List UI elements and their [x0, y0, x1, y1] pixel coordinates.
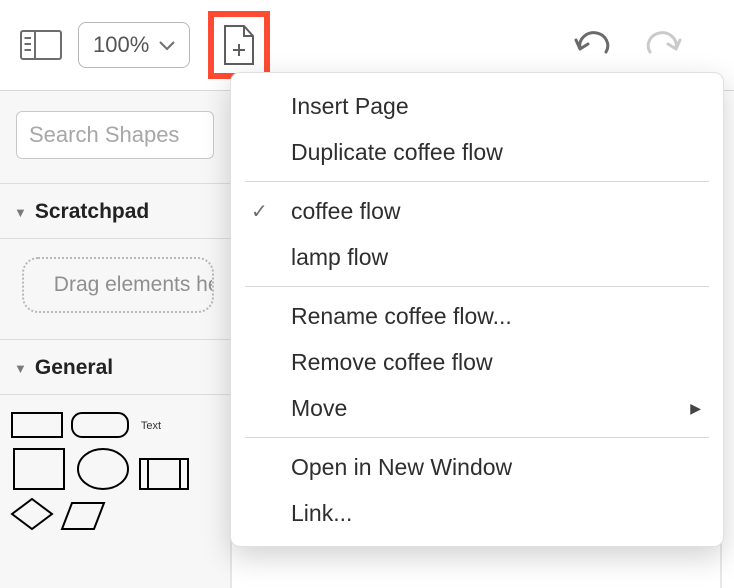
undo-icon: [572, 30, 612, 60]
menu-remove-page[interactable]: Remove coffee flow: [231, 339, 723, 385]
general-title: General: [35, 356, 113, 380]
check-icon: ✓: [251, 199, 268, 224]
shapes-sidebar: ▼ Scratchpad Drag elements here ▼ Genera…: [0, 91, 232, 588]
menu-open-new-window[interactable]: Open in New Window: [231, 444, 723, 490]
menu-separator: [245, 437, 709, 438]
shape-parallelogram[interactable]: [60, 501, 106, 531]
shape-ellipse[interactable]: [74, 447, 132, 491]
menu-duplicate-page[interactable]: Duplicate coffee flow: [231, 129, 723, 175]
menu-item-label: Rename coffee flow...: [291, 303, 512, 330]
tutorial-highlight: [208, 11, 270, 79]
shape-process[interactable]: [138, 457, 190, 491]
zoom-value: 100%: [93, 32, 149, 58]
search-shapes-input[interactable]: [16, 111, 214, 159]
shape-palette: Text: [0, 395, 230, 545]
pages-button[interactable]: [217, 20, 261, 70]
general-header[interactable]: ▼ General: [0, 340, 230, 395]
menu-item-label: Remove coffee flow: [291, 349, 493, 376]
menu-separator: [245, 286, 709, 287]
collapse-icon: ▼: [14, 361, 27, 376]
undo-redo-group: [570, 23, 686, 67]
undo-button[interactable]: [570, 23, 614, 67]
menu-item-label: coffee flow: [291, 198, 401, 225]
shape-text-label: Text: [141, 420, 161, 432]
redo-button[interactable]: [642, 23, 686, 67]
new-page-icon: [222, 24, 256, 66]
menu-item-label: Insert Page: [291, 93, 409, 120]
menu-insert-page[interactable]: Insert Page: [231, 83, 723, 129]
redo-icon: [644, 30, 684, 60]
toggle-sidebar-icon: [20, 30, 62, 60]
menu-rename-page[interactable]: Rename coffee flow...: [231, 293, 723, 339]
scratchpad-header[interactable]: ▼ Scratchpad: [0, 184, 230, 239]
menu-page-lamp-flow[interactable]: lamp flow: [231, 234, 723, 280]
menu-item-label: lamp flow: [291, 244, 388, 271]
pages-context-menu: Insert Page Duplicate coffee flow ✓ coff…: [230, 72, 724, 547]
shape-diamond[interactable]: [10, 497, 54, 531]
shape-rectangle[interactable]: [10, 409, 64, 441]
toggle-sidebar-button[interactable]: [18, 28, 64, 62]
menu-item-label: Move: [291, 395, 347, 422]
menu-item-label: Open in New Window: [291, 454, 512, 481]
menu-item-label: Duplicate coffee flow: [291, 139, 503, 166]
shape-text[interactable]: Text: [136, 411, 166, 441]
zoom-select[interactable]: 100%: [78, 22, 190, 68]
chevron-down-icon: [159, 41, 175, 51]
scratchpad-title: Scratchpad: [35, 200, 149, 224]
scratchpad-drop-area[interactable]: Drag elements here: [22, 257, 214, 313]
menu-page-coffee-flow[interactable]: ✓ coffee flow: [231, 188, 723, 234]
menu-move-page[interactable]: Move: [231, 385, 723, 431]
shape-rounded-rectangle[interactable]: [70, 409, 130, 441]
scratchpad-hint: Drag elements here: [54, 273, 214, 297]
menu-item-label: Link...: [291, 500, 352, 527]
menu-link[interactable]: Link...: [231, 490, 723, 536]
menu-separator: [245, 181, 709, 182]
shape-square[interactable]: [10, 447, 68, 491]
collapse-icon: ▼: [14, 205, 27, 220]
